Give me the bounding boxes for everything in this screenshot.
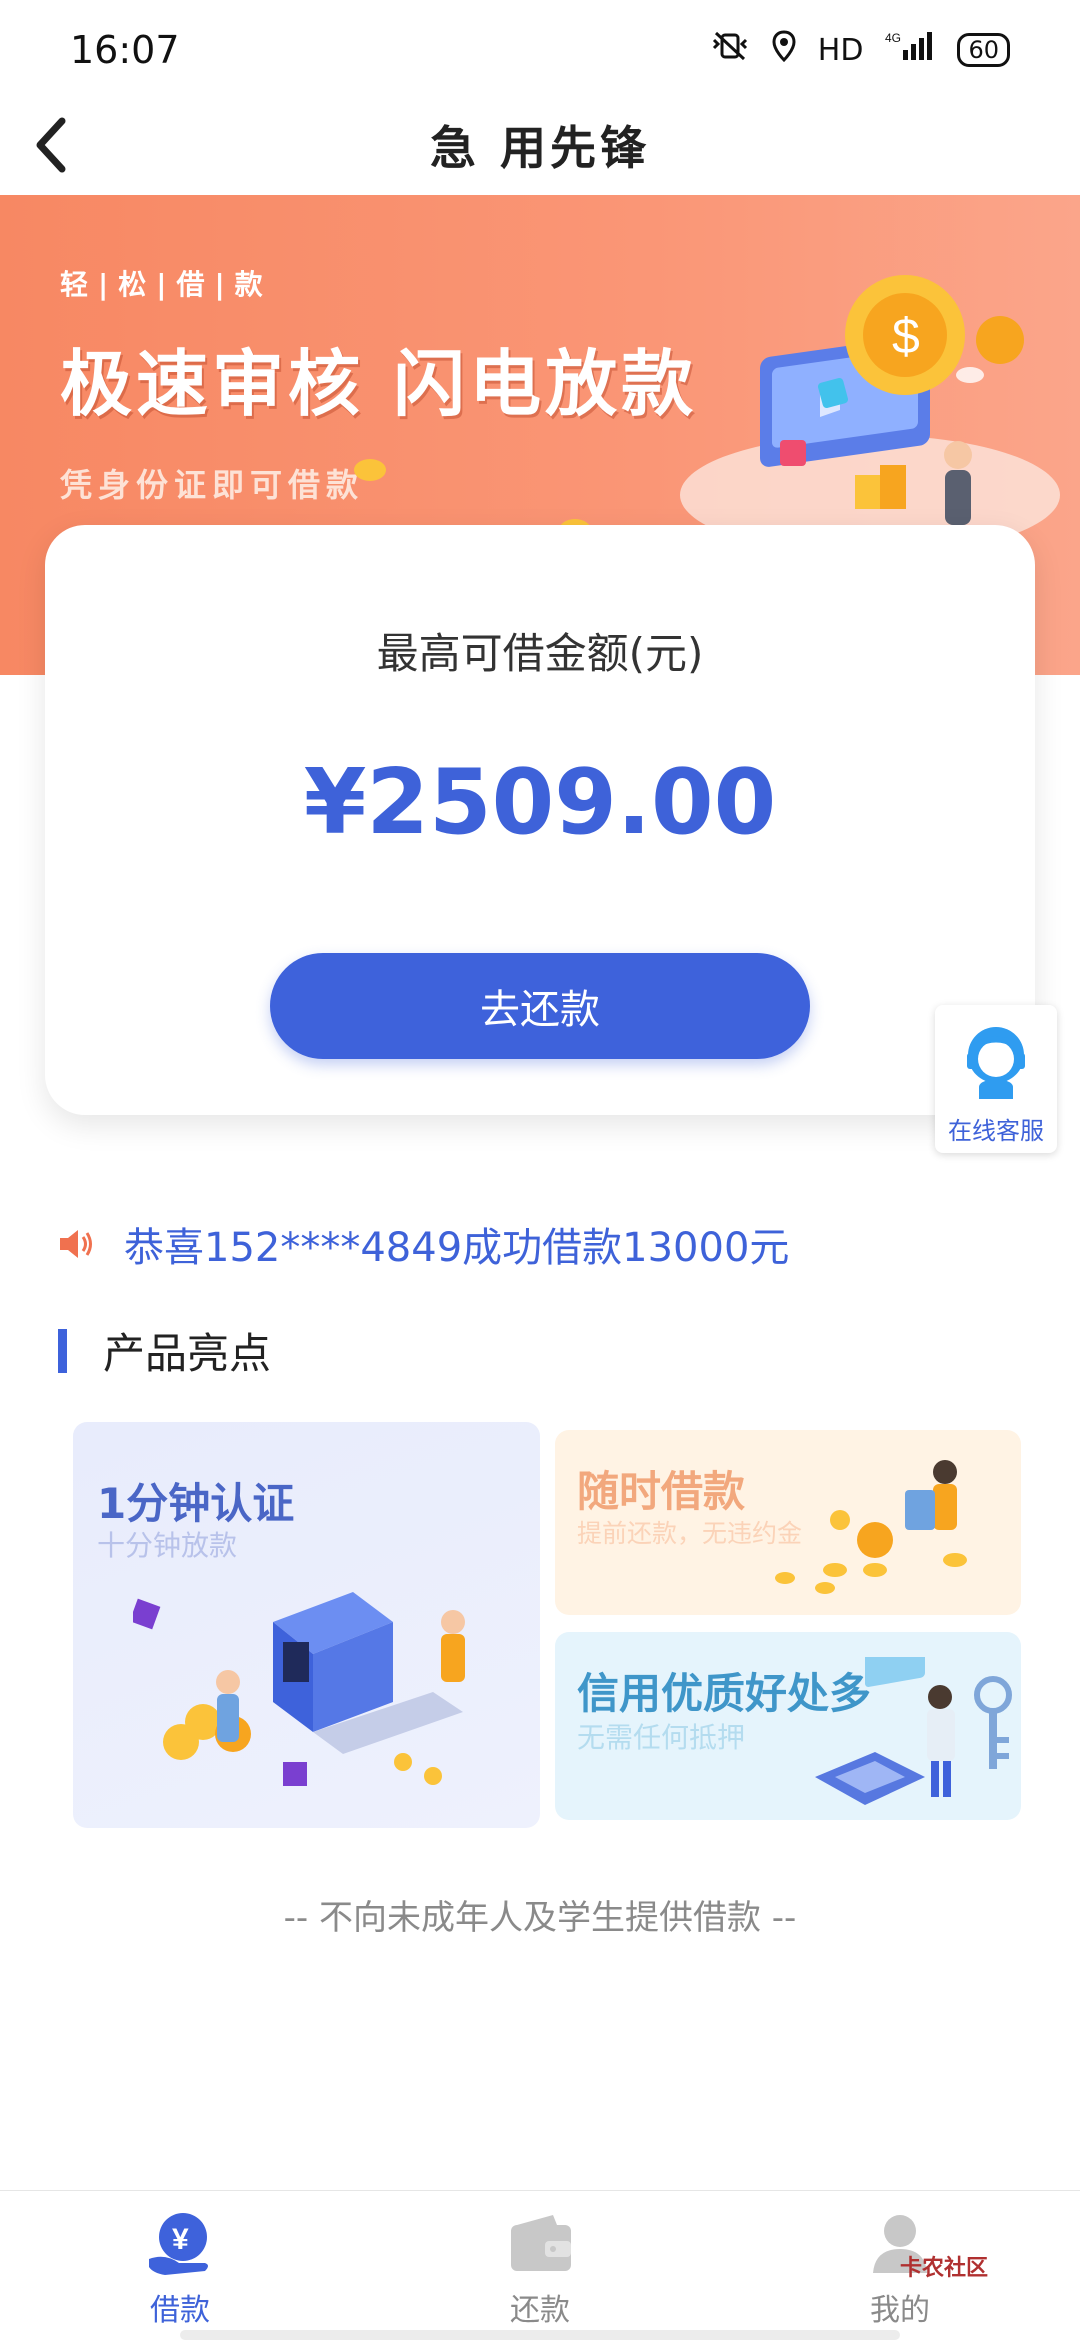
status-time: 16:07 — [70, 28, 180, 72]
tab-borrow[interactable]: ¥ 借款 — [0, 2191, 360, 2340]
coins-illustration — [775, 1460, 967, 1594]
banner-subtitle: 凭身份证即可借款 — [60, 466, 365, 504]
nav-bar: 急 用先锋 — [0, 95, 1080, 195]
feature-title: 1分钟认证 — [97, 1479, 295, 1528]
feature-tile-credit: 信用优质好处多 无需任何抵押 — [555, 1632, 1021, 1820]
tab-label: 借款 — [150, 2293, 210, 2328]
notice-text: 恭喜152****4849成功借款13000元 — [124, 1225, 790, 1271]
yen-hand-icon: ¥ — [149, 2213, 208, 2275]
credit-card: 最高可借金额(元) ¥2509.00 去还款 — [45, 525, 1035, 1115]
signal-icon: 4G — [885, 30, 935, 70]
svg-text:$: $ — [892, 308, 920, 364]
watermark-logo: 卡农社区 — [900, 2256, 989, 2281]
wallet-icon — [511, 2215, 571, 2271]
max-amount-label: 最高可借金额(元) — [376, 629, 704, 678]
feature-subtitle: 十分钟放款 — [97, 1529, 238, 1562]
banner-illustration: $ — [680, 275, 1060, 555]
svg-text:¥: ¥ — [172, 2223, 189, 2256]
tab-repay[interactable]: 还款 — [360, 2191, 720, 2340]
section-heading: 产品亮点 — [58, 1320, 271, 1381]
tab-label: 还款 — [510, 2293, 570, 2328]
status-bar: 16:07 HD 4G 60 — [0, 0, 1080, 100]
battery-level: 60 — [968, 36, 999, 64]
section-title: 产品亮点 — [103, 1329, 272, 1378]
battery-icon: 60 — [957, 33, 1010, 67]
speaker-icon — [60, 1230, 92, 1258]
online-service-button[interactable]: 在线客服 — [935, 1005, 1057, 1153]
feature-title: 随时借款 — [577, 1467, 746, 1516]
feature-subtitle: 无需任何抵押 — [577, 1721, 746, 1754]
loan-notice: 恭喜152****4849成功借款13000元 — [58, 1215, 789, 1273]
machine-illustration — [133, 1592, 465, 1786]
repay-button[interactable]: 去还款 — [270, 953, 810, 1059]
section-accent-bar — [58, 1328, 67, 1373]
chevron-left-icon — [36, 117, 66, 173]
disclaimer-text: -- 不向未成年人及学生提供借款 -- — [283, 1898, 797, 1938]
banner-headline: 极速审核 闪电放款 — [60, 342, 698, 426]
feature-tile-anytime: 随时借款 提前还款，无违约金 — [555, 1430, 1021, 1615]
location-icon — [772, 30, 796, 70]
hd-label: HD — [817, 32, 864, 68]
back-button[interactable] — [20, 113, 80, 177]
network-label: 4G — [885, 31, 901, 45]
customer-service-icon — [967, 1027, 1025, 1099]
vibrate-icon — [710, 31, 750, 69]
page-title: 急 用先锋 — [429, 121, 650, 175]
coin-icon — [354, 459, 386, 481]
key-illustration — [815, 1657, 1012, 1805]
online-service-label: 在线客服 — [948, 1117, 1044, 1145]
max-amount-value: ¥2509.00 — [303, 750, 777, 855]
feature-tile-auth: 1分钟认证 十分钟放款 — [73, 1422, 540, 1828]
home-indicator[interactable] — [180, 2330, 900, 2340]
status-icons: HD 4G 60 — [710, 30, 1010, 70]
banner-tagline: 轻|松|借|款 — [60, 268, 273, 301]
tab-label: 我的 — [870, 2293, 930, 2328]
